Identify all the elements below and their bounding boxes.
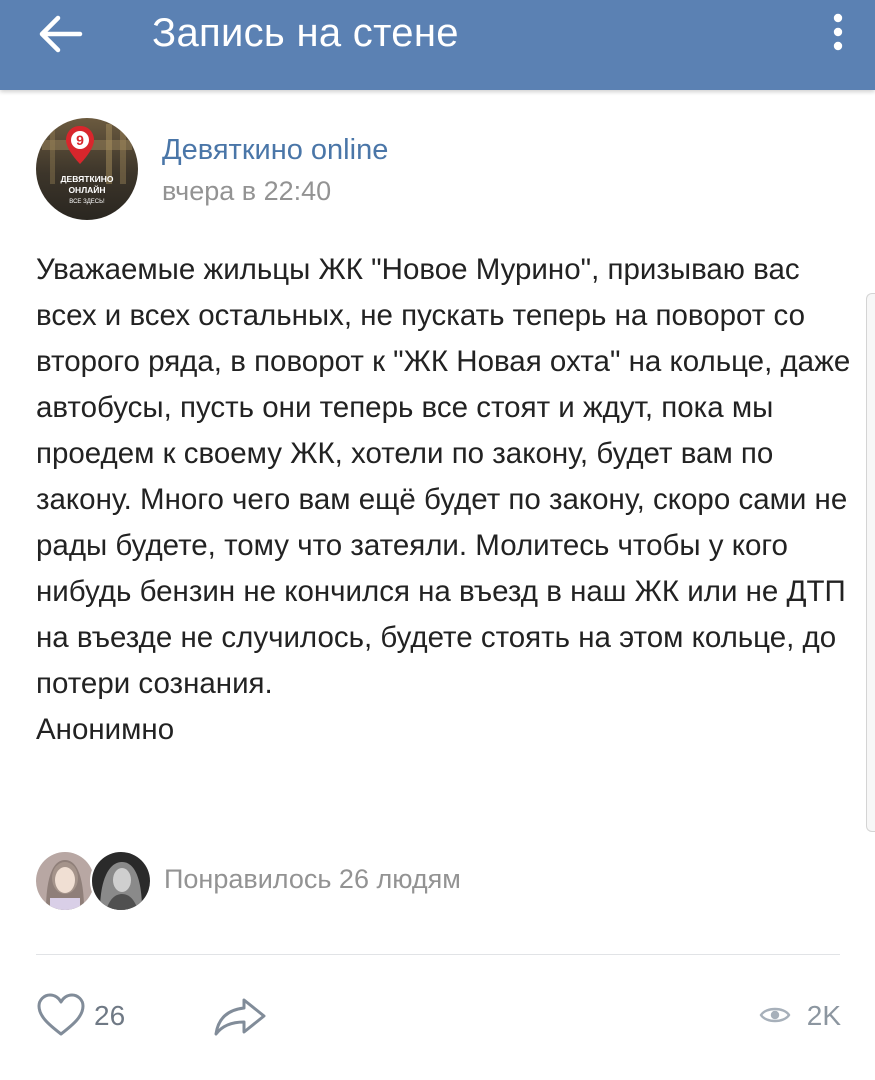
more-vertical-icon — [833, 13, 843, 51]
group-logo: 9 ДЕВЯТКИНО ОНЛАЙН ВСЕ ЗДЕСЬ! — [36, 118, 138, 220]
back-button[interactable] — [28, 10, 92, 58]
post-author: 9 ДЕВЯТКИНО ОНЛАЙН ВСЕ ЗДЕСЬ! Девяткино … — [36, 118, 836, 228]
logo-text-line3: ВСЕ ЗДЕСЬ! — [69, 199, 105, 205]
likes-summary: Понравилось 26 людям — [34, 850, 834, 912]
share-button[interactable] — [212, 994, 268, 1040]
page-title: Запись на стене — [152, 11, 459, 55]
group-name-link[interactable]: Девяткино online — [162, 134, 388, 167]
liker-avatar[interactable] — [90, 850, 152, 912]
divider — [36, 954, 840, 955]
post-text: Уважаемые жильцы ЖК "Новое Мурино", приз… — [36, 253, 851, 746]
scrollbar[interactable] — [866, 293, 875, 832]
eye-icon — [759, 1007, 791, 1023]
views-count: 2K — [806, 1000, 841, 1031]
views-counter: 2K — [751, 996, 841, 1040]
share-arrow-icon — [214, 998, 266, 1036]
like-button[interactable]: 26 — [36, 992, 146, 1042]
post-timestamp: вчера в 22:40 — [162, 176, 332, 206]
app-header: Запись на стене — [0, 0, 875, 90]
logo-number: 9 — [76, 132, 84, 148]
group-avatar[interactable]: 9 ДЕВЯТКИНО ОНЛАЙН ВСЕ ЗДЕСЬ! — [36, 118, 138, 220]
liker-avatar[interactable] — [34, 850, 96, 912]
logo-text-line1: ДЕВЯТКИНО — [60, 174, 113, 184]
like-count: 26 — [94, 1000, 126, 1031]
heart-icon — [37, 993, 85, 1036]
logo-text-line2: ОНЛАЙН — [68, 184, 105, 195]
more-menu-button[interactable] — [827, 12, 849, 56]
likes-count-text[interactable]: Понравилось 26 людям — [164, 864, 461, 895]
arrow-left-icon — [39, 15, 83, 53]
